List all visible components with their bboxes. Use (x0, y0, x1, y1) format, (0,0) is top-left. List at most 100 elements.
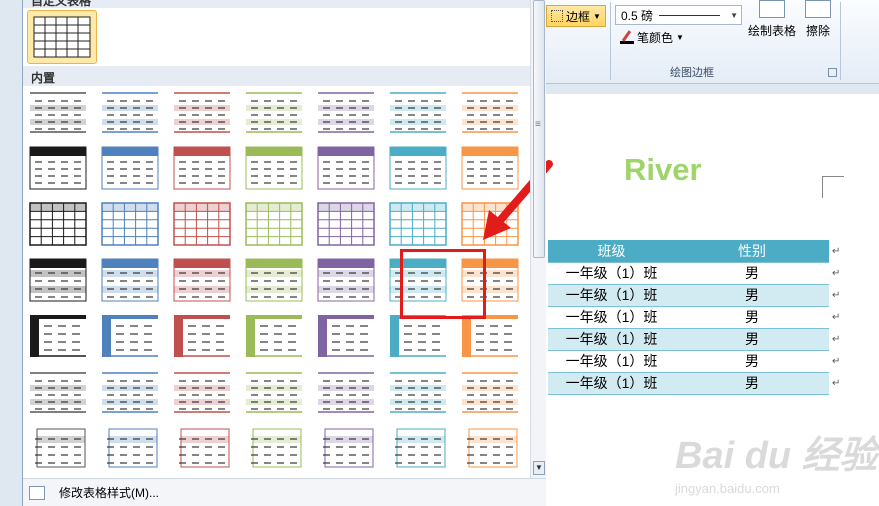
custom-style-thumbnail[interactable] (27, 10, 97, 64)
table-style-thumbnail[interactable] (245, 370, 303, 414)
table-style-thumbnail[interactable] (461, 426, 519, 470)
table-style-thumbnail[interactable] (101, 146, 159, 190)
paragraph-mark: ↵ (832, 268, 841, 279)
document-table[interactable]: 班级 性别 一年级（1）班 男 一年级（1）班 男 一年级（1）班 男 一年级（… (548, 240, 829, 395)
erase-label: 擦除 (805, 24, 830, 38)
table-style-thumbnail[interactable] (29, 370, 87, 414)
table-cell[interactable]: 男 (675, 350, 829, 373)
table-style-icon (323, 428, 374, 468)
table-style-thumbnail[interactable] (173, 90, 231, 134)
table-style-thumbnail[interactable] (317, 146, 375, 190)
table-style-thumbnail[interactable] (389, 426, 447, 470)
document-title: River (624, 152, 702, 187)
table-cell[interactable]: 一年级（1）班 (548, 350, 675, 373)
pen-color-button[interactable]: 笔颜色 ▼ (620, 29, 684, 46)
baidu-watermark: Bai du 经验 jingyan.baidu.com (675, 424, 878, 496)
table-cell[interactable]: 一年级（1）班 (548, 372, 675, 395)
table-style-thumbnail[interactable] (389, 314, 447, 358)
table-cell[interactable]: 男 (675, 328, 829, 351)
watermark-url: jingyan.baidu.com (675, 481, 780, 496)
builtin-section-header: 内置 (23, 66, 530, 86)
table-style-icon (246, 372, 302, 413)
table-style-thumbnail[interactable] (173, 202, 231, 246)
table-style-thumbnail[interactable] (389, 90, 447, 134)
table-style-thumbnail[interactable] (245, 90, 303, 134)
table-style-thumbnail[interactable] (389, 146, 447, 190)
table-style-thumbnail[interactable] (29, 258, 87, 302)
border-button-label: 边框 (566, 9, 591, 24)
table-style-thumbnail[interactable] (317, 90, 375, 134)
table-style-icon (390, 92, 446, 133)
table-style-thumbnail[interactable] (389, 202, 447, 246)
table-cell[interactable]: 男 (675, 306, 829, 329)
table-row: 一年级（1）班 男 (548, 306, 829, 329)
paragraph-mark: ↵ (832, 334, 841, 345)
table-style-thumbnail[interactable] (245, 258, 303, 302)
table-style-icon (102, 92, 158, 133)
table-style-thumbnail[interactable] (173, 146, 231, 190)
table-style-icon (174, 315, 230, 357)
table-style-thumbnail[interactable] (461, 314, 519, 358)
table-style-thumbnail[interactable] (389, 370, 447, 414)
table-style-thumbnail[interactable] (29, 146, 87, 190)
table-cell[interactable]: 一年级（1）班 (548, 306, 675, 329)
draw-table-button[interactable]: 绘制表格 (744, 0, 800, 39)
table-cell[interactable]: 一年级（1）班 (548, 262, 675, 285)
table-style-icon (389, 202, 447, 246)
table-style-thumbnail[interactable] (101, 90, 159, 134)
scrollbar-thumb[interactable] (533, 0, 545, 258)
table-cell[interactable]: 男 (675, 262, 829, 285)
table-style-thumbnail[interactable] (101, 370, 159, 414)
table-style-thumbnail[interactable] (101, 202, 159, 246)
table-cell[interactable]: 男 (675, 284, 829, 307)
table-style-thumbnail[interactable] (101, 314, 159, 358)
table-style-icon (101, 202, 159, 246)
pen-weight-select[interactable]: 0.5 磅 ▼ (615, 5, 742, 25)
pen-weight-value: 0.5 磅 (621, 8, 654, 23)
table-cell[interactable]: 一年级（1）班 (548, 328, 675, 351)
table-style-icon (173, 202, 231, 246)
table-style-icon (395, 428, 446, 468)
table-style-thumbnail[interactable] (173, 314, 231, 358)
margin-corner-mark (822, 176, 844, 198)
table-style-icon (245, 258, 303, 302)
table-style-thumbnail[interactable] (317, 314, 375, 358)
table-style-thumbnail[interactable] (461, 370, 519, 414)
table-style-thumbnail[interactable] (317, 258, 375, 302)
table-style-icon (35, 428, 86, 468)
table-row: 一年级（1）班 男 (548, 350, 829, 373)
table-style-thumbnail[interactable] (317, 202, 375, 246)
line-sample (659, 14, 721, 16)
table-style-icon (30, 92, 86, 133)
table-style-thumbnail[interactable] (245, 146, 303, 190)
table-style-icon (245, 146, 303, 190)
border-button[interactable]: 边框 ▼ (546, 5, 606, 27)
table-style-thumbnail[interactable] (245, 202, 303, 246)
dialog-launcher-icon[interactable] (828, 68, 837, 77)
table-style-thumbnail[interactable] (317, 370, 375, 414)
table-style-thumbnail[interactable] (29, 202, 87, 246)
table-style-icon (29, 202, 87, 246)
table-style-thumbnail[interactable] (29, 426, 87, 470)
table-style-icon (29, 146, 87, 190)
table-style-thumbnail[interactable] (29, 314, 87, 358)
table-style-thumbnail[interactable] (173, 370, 231, 414)
document-page[interactable]: River 班级 性别 一年级（1）班 男 一年级（1）班 男 一年级（1）班 … (540, 94, 879, 506)
table-style-thumbnail[interactable] (461, 90, 519, 134)
table-style-thumbnail[interactable] (173, 258, 231, 302)
table-header-cell[interactable]: 班级 (548, 240, 675, 263)
table-style-thumbnail[interactable] (101, 426, 159, 470)
table-style-thumbnail[interactable] (317, 426, 375, 470)
erase-button[interactable]: 擦除 (802, 0, 834, 39)
scroll-down-icon[interactable]: ▼ (533, 461, 545, 475)
table-style-thumbnail[interactable] (245, 426, 303, 470)
table-cell[interactable]: 男 (675, 372, 829, 395)
table-style-thumbnail[interactable] (101, 258, 159, 302)
table-style-thumbnail[interactable] (29, 90, 87, 134)
gallery-scrollbar[interactable]: ▼ (530, 0, 546, 478)
table-style-thumbnail[interactable] (245, 314, 303, 358)
table-cell[interactable]: 一年级（1）班 (548, 284, 675, 307)
modify-table-style-item[interactable]: 修改表格样式(M)... (23, 478, 546, 506)
table-style-thumbnail[interactable] (173, 426, 231, 470)
table-header-cell[interactable]: 性别 (675, 240, 829, 263)
